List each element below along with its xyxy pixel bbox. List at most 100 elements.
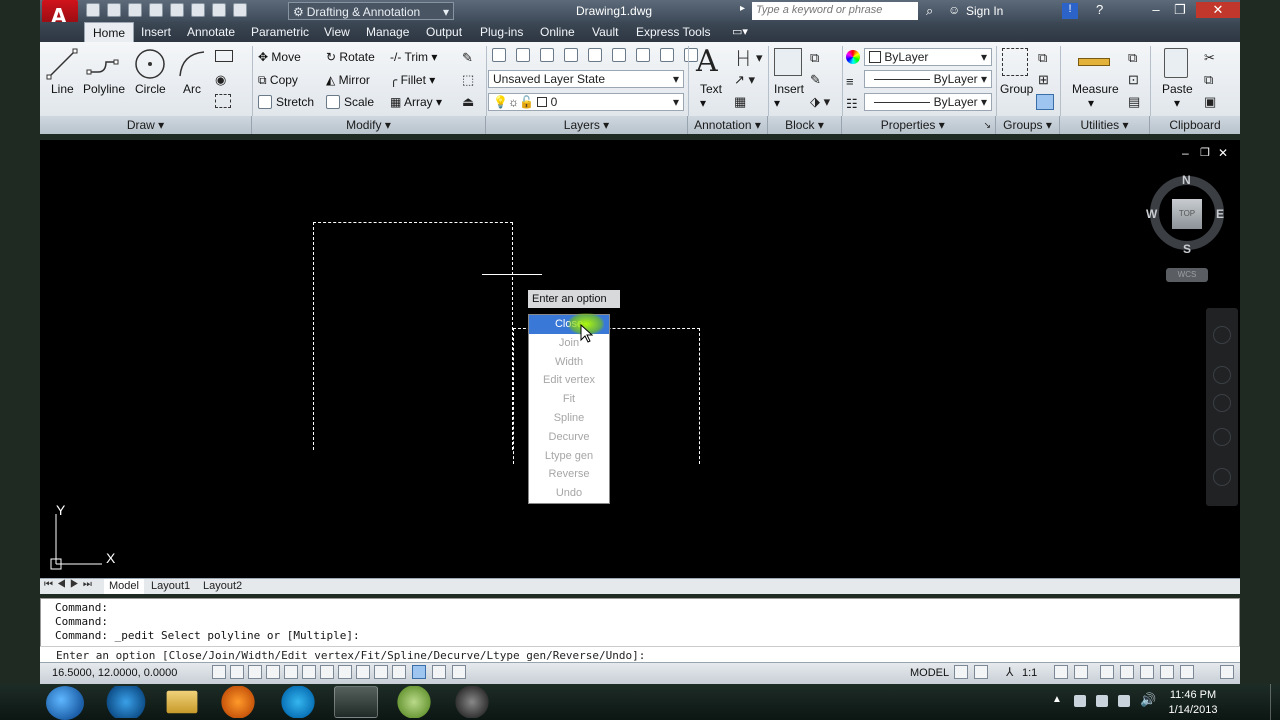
tab-vault[interactable]: Vault — [584, 22, 626, 42]
coordinate-readout[interactable]: 16.5000, 12.0000, 0.0000 — [52, 667, 177, 679]
show-hidden-icons-icon[interactable]: ▲ — [1052, 694, 1062, 705]
option-join[interactable]: Join — [529, 334, 609, 353]
move-button[interactable]: ✥ Move — [258, 50, 301, 64]
layer-unisolate-icon[interactable] — [660, 48, 674, 62]
group-edit-icon[interactable]: ⊞ — [1038, 72, 1049, 88]
internet-explorer-icon[interactable] — [104, 686, 148, 718]
tab-online[interactable]: Online — [532, 22, 583, 42]
media-player-icon[interactable] — [216, 686, 260, 718]
paste-button[interactable]: Paste ▾ — [1162, 82, 1193, 110]
color-dropdown[interactable]: ByLayer ▾ — [864, 48, 992, 66]
arc-button[interactable]: Arc — [183, 82, 201, 96]
binoculars-icon[interactable]: ⌕ — [926, 3, 933, 19]
stretch-button[interactable]: Stretch — [258, 95, 314, 109]
properties-panel-title[interactable]: Properties ▾ ↘ — [842, 116, 996, 134]
insert-button[interactable]: Insert ▾ — [774, 82, 804, 110]
save-icon[interactable] — [128, 3, 142, 17]
clean-screen-icon[interactable] — [1220, 665, 1234, 679]
dimension-icon[interactable]: ├┤ ▾ — [734, 50, 763, 66]
tab-model[interactable]: Model — [104, 579, 144, 594]
tab-parametric[interactable]: Parametric — [243, 22, 317, 42]
layer-state-dropdown[interactable]: Unsaved Layer State ▾ — [488, 70, 684, 88]
grid-toggle[interactable] — [248, 665, 262, 679]
ungroup-icon[interactable]: ⧉ — [1038, 50, 1047, 66]
scale-button[interactable]: Scale — [326, 95, 374, 109]
groups-panel-title[interactable]: Groups ▾ — [996, 116, 1060, 134]
create-block-icon[interactable]: ⧉ — [810, 50, 819, 66]
option-fit[interactable]: Fit — [529, 390, 609, 409]
linetype-dropdown[interactable]: ByLayer ▾ — [864, 70, 992, 88]
layer-isolate-icon[interactable] — [540, 48, 554, 62]
restore-window-icon[interactable]: ❐ — [1170, 2, 1190, 18]
hatch-icon[interactable]: ◉ — [215, 72, 226, 88]
text-button[interactable]: Text ▾ — [700, 82, 722, 110]
match-properties-icon[interactable] — [846, 50, 860, 64]
array-button[interactable]: ▦ Array ▾ — [390, 95, 442, 109]
fillet-button[interactable]: ╭ Fillet ▾ — [390, 73, 435, 87]
dyn-toggle[interactable] — [374, 665, 388, 679]
compass-west[interactable]: W — [1146, 207, 1157, 221]
hardware-acceleration-icon[interactable] — [1140, 665, 1154, 679]
tab-layout1[interactable]: Layout1 — [146, 579, 195, 594]
layout-nav-arrows[interactable]: ⏮◀▶⏭ — [44, 579, 96, 590]
close-window-icon[interactable]: ✕ — [1196, 2, 1240, 18]
dialog-launcher-icon[interactable]: ↘ — [983, 116, 991, 134]
file-explorer-icon[interactable] — [166, 690, 198, 714]
block-attribute-icon[interactable]: ⬗ ▾ — [810, 94, 830, 110]
tab-insert[interactable]: Insert — [133, 22, 179, 42]
calculator-icon[interactable]: ▤ — [1128, 94, 1140, 110]
viewport-close-icon[interactable]: ✕ — [1218, 146, 1228, 160]
ducs-toggle[interactable] — [356, 665, 370, 679]
offset-icon[interactable]: ⏏ — [462, 94, 474, 110]
annotation-scale[interactable]: 1:1 — [1022, 667, 1037, 679]
volume-icon[interactable]: 🔊 — [1140, 692, 1156, 708]
block-panel-title[interactable]: Block ▾ — [768, 116, 842, 134]
trim-button[interactable]: -/- Trim ▾ — [390, 50, 437, 64]
showmotion-icon[interactable] — [1213, 468, 1231, 486]
copy-clip-icon[interactable]: ⧉ — [1204, 72, 1213, 88]
layer-off-icon[interactable] — [516, 48, 530, 62]
rectangle-icon[interactable] — [215, 50, 233, 62]
status-bar-menu-icon[interactable] — [1180, 665, 1194, 679]
save-as-icon[interactable] — [149, 3, 163, 17]
start-button-icon[interactable] — [46, 686, 84, 720]
mirror-button[interactable]: ◭ Mirror — [326, 73, 370, 87]
measure-button[interactable]: Measure ▾ — [1072, 82, 1119, 110]
viewport-restore-icon[interactable]: ❐ — [1200, 146, 1210, 159]
show-desktop-button[interactable] — [1270, 684, 1280, 720]
option-undo[interactable]: Undo — [529, 484, 609, 503]
erase-icon[interactable]: ✎ — [462, 50, 473, 66]
cut-icon[interactable]: ✂ — [1204, 50, 1215, 66]
notes-app-icon[interactable] — [392, 686, 436, 718]
exchange-icon[interactable]: ! — [1062, 3, 1078, 19]
viewport-minimize-icon[interactable]: – — [1182, 146, 1189, 160]
lock-ui-icon[interactable] — [1120, 665, 1134, 679]
transparency-toggle[interactable] — [412, 665, 426, 679]
clipboard-panel-title[interactable]: Clipboard — [1150, 116, 1240, 134]
search-input[interactable]: Type a keyword or phrase — [752, 2, 918, 20]
open-icon[interactable] — [107, 3, 121, 17]
tab-plug-ins[interactable]: Plug-ins — [472, 22, 531, 42]
snap-toggle[interactable] — [230, 665, 244, 679]
group-button[interactable]: Group — [1000, 82, 1033, 96]
rotate-button[interactable]: ↻ Rotate — [326, 50, 375, 64]
otrack-toggle[interactable] — [338, 665, 352, 679]
viewcube-top-face[interactable]: TOP — [1172, 199, 1202, 229]
lineweight-dropdown[interactable]: ByLayer ▾ — [864, 93, 992, 111]
option-width[interactable]: Width — [529, 353, 609, 372]
tab-express-tools[interactable]: Express Tools — [628, 22, 718, 42]
table-icon[interactable]: ▦ — [734, 94, 746, 110]
leader-icon[interactable]: ↗ ▾ — [734, 72, 755, 88]
tab-view[interactable]: View — [316, 22, 358, 42]
ortho-toggle[interactable] — [266, 665, 280, 679]
skype-icon[interactable] — [276, 686, 320, 718]
selected-polyline-left[interactable] — [313, 222, 513, 450]
match-properties-clip-icon[interactable]: ▣ — [1204, 94, 1216, 110]
tab-output[interactable]: Output — [418, 22, 470, 42]
tab-manage[interactable]: Manage — [358, 22, 417, 42]
layer-match-icon[interactable] — [612, 48, 626, 62]
quick-view-layouts-icon[interactable] — [954, 665, 968, 679]
circle-button[interactable]: Circle — [135, 82, 166, 96]
screen-recorder-icon[interactable] — [450, 686, 494, 718]
edit-block-icon[interactable]: ✎ — [810, 72, 821, 88]
